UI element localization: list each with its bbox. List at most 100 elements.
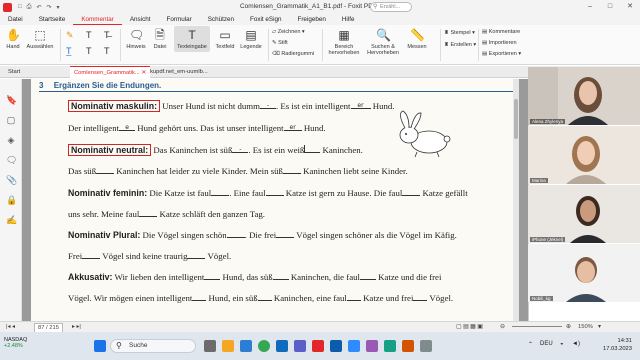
underline-icon[interactable]: T̲ [66, 46, 72, 56]
zoom-app-icon[interactable] [348, 340, 360, 352]
highlight-icon[interactable]: ✎ [66, 30, 74, 41]
pencil-button[interactable]: ✎ Stift [272, 40, 288, 46]
tab-document-2[interactable]: kupdf.net_em-uumlb... [146, 66, 212, 78]
network-icon[interactable]: ◒ [560, 341, 564, 347]
answer-blank[interactable]: e [119, 123, 136, 131]
video-tile[interactable]: Nobili_kg [528, 244, 640, 302]
answer-blank[interactable] [257, 293, 272, 301]
menu-formular[interactable]: Formular [159, 14, 200, 25]
windows-start-icon[interactable] [94, 340, 106, 352]
eraser-button[interactable]: ⌫ Radiergummi [272, 51, 314, 57]
text-format-icon[interactable]: T [86, 30, 92, 40]
select-tool-button[interactable]: ⬚ Auswählen [24, 28, 56, 50]
pages-icon[interactable]: ▢ [6, 115, 16, 125]
answer-blank[interactable] [272, 272, 289, 280]
task-view-icon[interactable] [204, 340, 216, 352]
stock-change: +2.48% [4, 343, 23, 349]
tab-document-1[interactable]: Comlensen_Grammatik... ✕ [70, 66, 151, 78]
document-viewer[interactable]: 3 Ergänzen Sie die Endungen. Nominativ m… [22, 79, 528, 321]
answer-blank[interactable] [226, 230, 245, 238]
comment-list-icon[interactable]: 🗨 [6, 155, 17, 165]
answer-blank[interactable]: - [259, 101, 276, 109]
answer-blank[interactable] [82, 251, 101, 259]
menu-startseite[interactable]: Startseite [31, 14, 74, 25]
comments-button[interactable]: ▤ Kommentare [482, 29, 520, 35]
answer-blank[interactable] [413, 293, 428, 301]
textbox-button[interactable]: ▭ Textfeld [212, 28, 238, 50]
answer-blank[interactable]: - [232, 145, 249, 153]
answer-blank[interactable] [265, 188, 284, 196]
answer-blank[interactable] [402, 188, 421, 196]
taskbar-search[interactable]: ⚲ Suche [110, 339, 196, 353]
strikeout-icon[interactable]: T̶ [104, 30, 110, 40]
answer-blank[interactable] [187, 251, 206, 259]
edge-icon[interactable] [276, 340, 288, 352]
measure-button[interactable]: 📏 Messen [404, 28, 430, 50]
signature-icon[interactable]: ✍ [6, 215, 17, 225]
create-button[interactable]: ♜ Erstellen ▾ [444, 42, 476, 48]
foxit-taskbar-icon[interactable] [312, 340, 324, 352]
app-icon[interactable] [366, 340, 378, 352]
security-icon[interactable]: 🔒 [6, 195, 17, 205]
answer-blank[interactable] [211, 188, 230, 196]
app-icon[interactable] [402, 340, 414, 352]
answer-blank[interactable] [139, 209, 158, 217]
mail-icon[interactable] [240, 340, 252, 352]
answer-blank[interactable]: er [283, 123, 302, 131]
hand-tool-button[interactable]: ✋ Hand [4, 28, 22, 50]
maximize-button[interactable]: □ [600, 0, 620, 14]
squiggly-icon[interactable]: T [86, 46, 92, 56]
app-icon[interactable] [420, 340, 432, 352]
replace-text-icon[interactable]: T [104, 46, 110, 56]
search-highlight-button[interactable]: 🔍 Suchen & Hervorheben [364, 28, 402, 56]
video-tile[interactable]: Marina [528, 126, 640, 184]
layers-icon[interactable]: ◈ [6, 135, 16, 145]
bookmark-icon[interactable]: 🔖 [6, 95, 17, 105]
pdf-page[interactable]: 3 Ergänzen Sie die Endungen. Nominativ m… [31, 79, 519, 321]
tell-me-search[interactable]: ⚲ Erzähl... [370, 2, 412, 12]
tab-start[interactable]: Start [4, 66, 24, 78]
answer-blank[interactable] [282, 166, 301, 174]
chrome-icon[interactable] [258, 340, 270, 352]
answer-blank[interactable] [304, 145, 321, 153]
teams-icon[interactable] [294, 340, 306, 352]
menu-schuetzen[interactable]: Schützen [200, 14, 242, 25]
video-tile[interactable]: iPhone (Jeknel) [528, 185, 640, 243]
menu-ansicht[interactable]: Ansicht [122, 14, 159, 25]
file-explorer-icon[interactable] [222, 340, 234, 352]
note-button[interactable]: 🗨 Hinweis [124, 28, 148, 50]
stock-widget[interactable]: NASDAQ +2.48% [4, 337, 27, 349]
answer-blank[interactable] [346, 293, 361, 301]
attachment-icon[interactable]: 📎 [6, 175, 17, 185]
file-attach-button[interactable]: 🗎 Datei [150, 28, 170, 50]
stamp-button[interactable]: ♜ Stempel ▾ [444, 30, 475, 36]
menu-kommentar[interactable]: Kommentar [73, 14, 122, 25]
import-button[interactable]: ▤ Importieren [482, 40, 517, 46]
answer-blank[interactable] [96, 166, 115, 174]
answer-blank[interactable]: er [350, 101, 371, 109]
typewriter-button[interactable]: T Texteingabe [174, 26, 210, 52]
menu-datei[interactable]: Datei [0, 14, 31, 25]
area-highlight-button[interactable]: ▦ Bereich hervorheben [326, 28, 362, 56]
tray-chevron-icon[interactable]: ⌃ [528, 341, 533, 348]
scrollbar-thumb[interactable] [514, 99, 518, 139]
word-icon[interactable] [330, 340, 342, 352]
answer-blank[interactable] [192, 293, 207, 301]
menu-hilfe[interactable]: Hilfe [334, 14, 363, 25]
answer-blank[interactable] [276, 230, 295, 238]
video-tile[interactable]: Alena Zhylenya [528, 67, 640, 125]
export-button[interactable]: ▤ Exportieren ▾ [482, 51, 521, 57]
app-icon[interactable] [384, 340, 396, 352]
answer-blank[interactable] [359, 272, 376, 280]
minimize-button[interactable]: – [580, 0, 600, 14]
language-indicator[interactable]: DEU [540, 341, 553, 347]
callout-button[interactable]: ▤ Legende [238, 28, 264, 50]
clock[interactable]: 14:31 17.03.2023 [603, 337, 632, 353]
menu-freigeben[interactable]: Freigeben [289, 14, 333, 25]
vertical-scrollbar[interactable] [513, 79, 519, 321]
volume-icon[interactable]: ◄) [572, 341, 580, 347]
close-button[interactable]: ✕ [620, 0, 640, 14]
draw-button[interactable]: ▱ Zeichnen ▾ [272, 29, 305, 35]
answer-blank[interactable] [204, 272, 221, 280]
menu-foxit-esign[interactable]: Foxit eSign [242, 14, 290, 25]
